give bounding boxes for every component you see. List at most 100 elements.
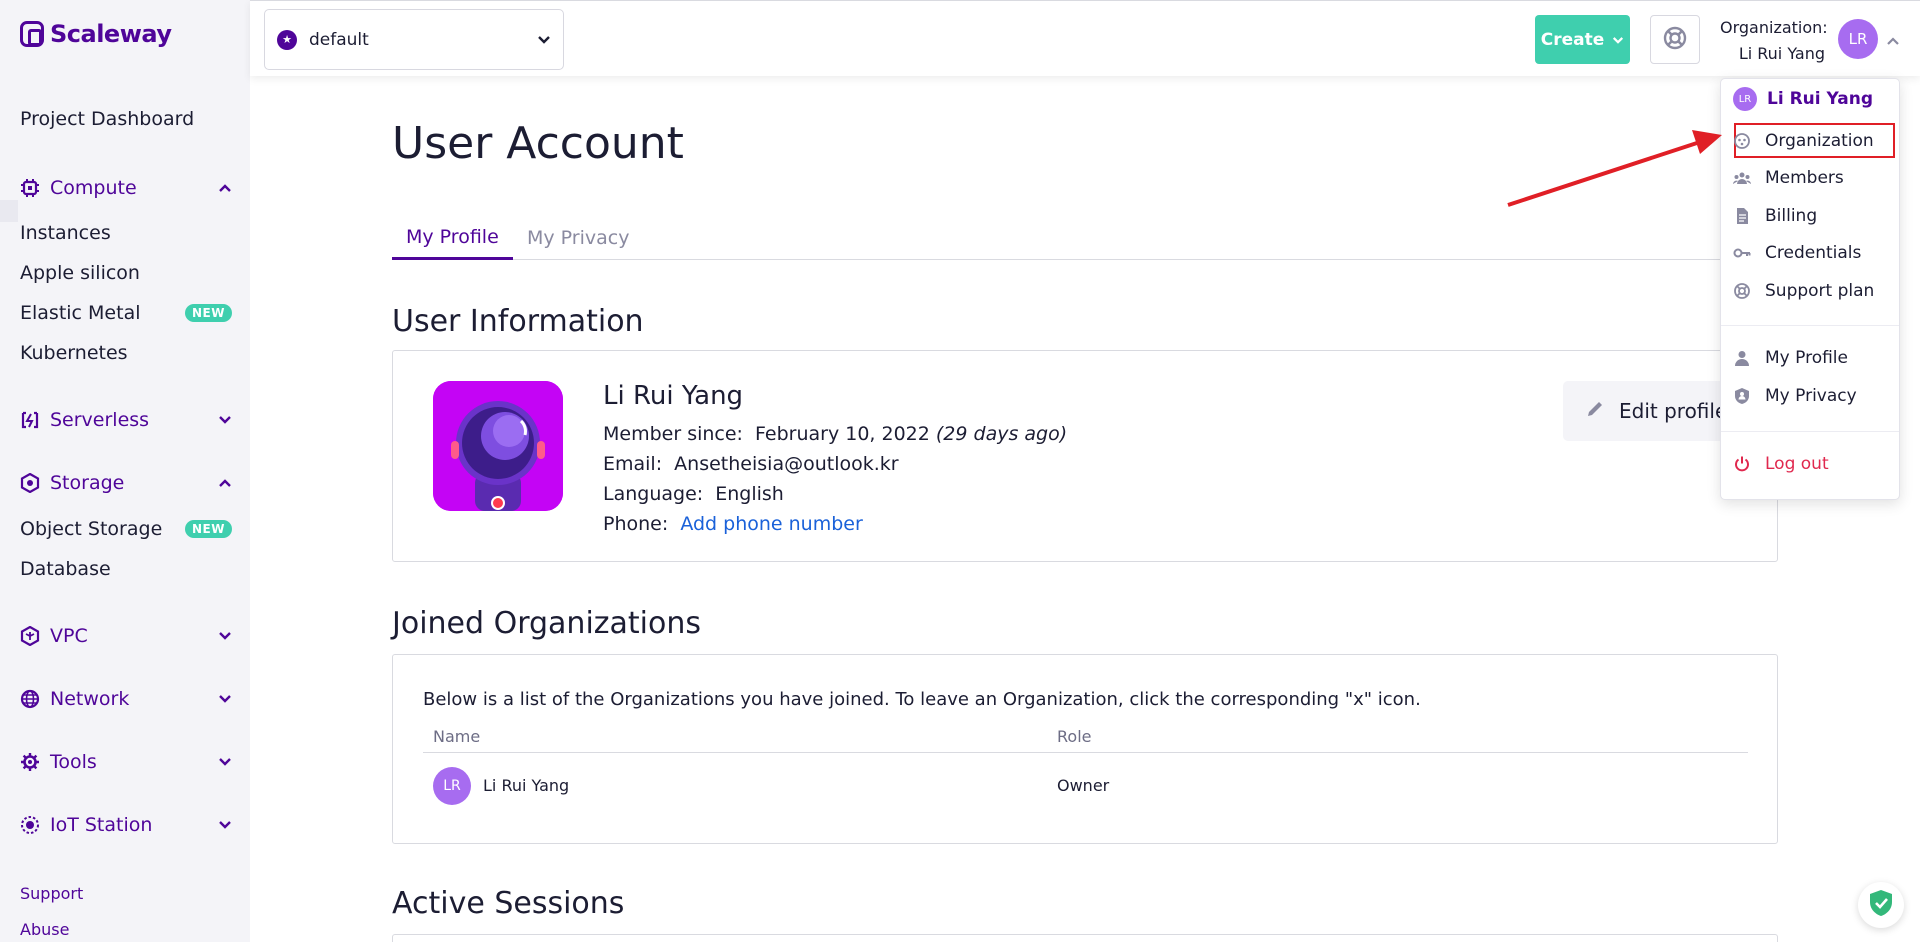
sidebar-section-compute[interactable]: Compute (20, 173, 232, 203)
document-icon (1733, 207, 1751, 225)
menu-divider (1721, 325, 1899, 326)
sidebar-item-project-dashboard[interactable]: Project Dashboard (20, 108, 194, 130)
menu-item-my-profile[interactable]: My Profile (1733, 341, 1893, 375)
menu-item-label: Billing (1765, 206, 1818, 226)
page-title: User Account (392, 118, 684, 169)
menu-item-credentials[interactable]: Credentials (1733, 236, 1893, 270)
tab-my-privacy[interactable]: My Privacy (527, 216, 629, 260)
user-name: Li Rui Yang (603, 381, 744, 411)
edit-profile-label: Edit profile (1619, 399, 1728, 423)
sidebar-item-kubernetes[interactable]: Kubernetes (20, 338, 232, 368)
sidebar-section-network[interactable]: Network (20, 684, 232, 714)
language-value: English (715, 483, 784, 505)
phone-label: Phone: (603, 513, 669, 535)
chevron-down-icon (218, 755, 232, 769)
chevron-down-icon (218, 818, 232, 832)
lifebuoy-icon (1733, 282, 1751, 300)
sidebar-collapse-handle[interactable] (0, 200, 18, 222)
create-button-label: Create (1540, 29, 1605, 50)
sidebar-link-abuse[interactable]: Abuse (20, 920, 69, 939)
serverless-icon (20, 410, 40, 430)
table-header: Name Role (423, 723, 1748, 753)
member-since-ago: (29 days ago) (935, 423, 1068, 445)
joined-organizations-title: Joined Organizations (392, 606, 702, 641)
user-details: Li Rui Yang Member since: February 10, 2… (603, 381, 1067, 539)
sidebar-section-tools[interactable]: Tools (20, 747, 232, 777)
tab-bar: My Profile My Privacy (392, 216, 1778, 260)
security-shield-button[interactable] (1858, 882, 1904, 928)
menu-item-label: Log out (1765, 454, 1829, 474)
scaleway-logo-icon (20, 21, 44, 47)
users-icon (1733, 169, 1751, 187)
tab-my-profile[interactable]: My Profile (392, 216, 513, 260)
organization-name: Li Rui Yang (1738, 44, 1825, 63)
chevron-up-icon (218, 181, 232, 195)
menu-item-organization[interactable]: Organization (1733, 124, 1893, 158)
shield-user-icon (1733, 387, 1751, 405)
menu-item-label: My Privacy (1765, 386, 1857, 406)
sidebar-section-label: VPC (50, 625, 88, 647)
sidebar-link-support[interactable]: Support (20, 884, 83, 903)
menu-item-label: Support plan (1765, 281, 1875, 301)
sidebar-section-storage[interactable]: Storage (20, 468, 232, 498)
sidebar-item-database[interactable]: Database (20, 554, 232, 584)
create-button[interactable]: Create (1535, 15, 1630, 64)
sidebar-section-label: Storage (50, 472, 125, 494)
sidebar-item-label: Database (20, 558, 111, 580)
avatar[interactable]: LR (1838, 19, 1878, 59)
avatar: LR (1733, 87, 1757, 111)
scaleway-logo[interactable]: Scaleway (20, 20, 172, 48)
user-information-card: Li Rui Yang Member since: February 10, 2… (392, 350, 1778, 562)
new-badge: NEW (185, 520, 232, 538)
language-row: Language: English (603, 479, 1067, 509)
storage-icon (20, 473, 40, 493)
table-row: LR Li Rui Yang Owner (423, 755, 1748, 815)
sidebar-item-label: Elastic Metal (20, 302, 141, 324)
sidebar-item-label: Object Storage (20, 518, 163, 540)
organization-caption: Organization: (1720, 18, 1828, 37)
support-button[interactable] (1650, 15, 1700, 64)
menu-user-name: Li Rui Yang (1767, 89, 1874, 109)
sidebar-item-elastic-metal[interactable]: Elastic Metal NEW (20, 298, 232, 328)
organization-row-name: Li Rui Yang (483, 776, 570, 795)
key-icon (1733, 244, 1751, 262)
column-name: Name (433, 727, 481, 746)
menu-item-billing[interactable]: Billing (1733, 199, 1893, 233)
sidebar-section-label: Compute (50, 177, 137, 199)
active-sessions-title: Active Sessions (392, 886, 625, 921)
menu-item-label: My Profile (1765, 348, 1848, 368)
menu-item-user[interactable]: LR Li Rui Yang (1733, 82, 1893, 116)
sidebar-item-label: Instances (20, 222, 111, 244)
menu-item-support-plan[interactable]: Support plan (1733, 274, 1893, 308)
project-star-icon: ★ (277, 29, 297, 50)
top-header: ★ default Create Organization: Li Rui Ya… (250, 0, 1920, 76)
organization-dropdown-menu: LR Li Rui Yang Organization Members Bill… (1720, 78, 1900, 500)
user-information-title: User Information (392, 304, 644, 339)
chevron-up-icon (218, 476, 232, 490)
add-phone-link[interactable]: Add phone number (680, 513, 862, 535)
sidebar-item-apple-silicon[interactable]: Apple silicon (20, 258, 232, 288)
vpc-icon (20, 626, 40, 646)
member-since-row: Member since: February 10, 2022 (29 days… (603, 419, 1067, 449)
organization-info[interactable]: Organization: Li Rui Yang (1720, 15, 1828, 67)
menu-item-logout[interactable]: Log out (1733, 447, 1893, 481)
sidebar-item-instances[interactable]: Instances (20, 218, 232, 248)
sidebar-section-serverless[interactable]: Serverless (20, 405, 232, 435)
globe-icon (20, 689, 40, 709)
menu-divider (1721, 431, 1899, 432)
user-icon (1733, 349, 1751, 367)
joined-organizations-card: Below is a list of the Organizations you… (392, 654, 1778, 844)
gear-icon (20, 752, 40, 772)
menu-item-members[interactable]: Members (1733, 161, 1893, 195)
menu-item-my-privacy[interactable]: My Privacy (1733, 379, 1893, 413)
shield-check-icon (1868, 889, 1894, 921)
iot-icon (20, 815, 40, 835)
sidebar-item-object-storage[interactable]: Object Storage NEW (20, 514, 232, 544)
sidebar-section-vpc[interactable]: VPC (20, 621, 232, 651)
sidebar-section-label: Network (50, 688, 130, 710)
active-sessions-card (392, 934, 1778, 942)
sidebar-section-iot-station[interactable]: IoT Station (20, 810, 232, 840)
avatar: LR (433, 767, 471, 805)
chevron-up-icon[interactable] (1886, 31, 1900, 50)
project-selector[interactable]: ★ default (264, 9, 564, 70)
